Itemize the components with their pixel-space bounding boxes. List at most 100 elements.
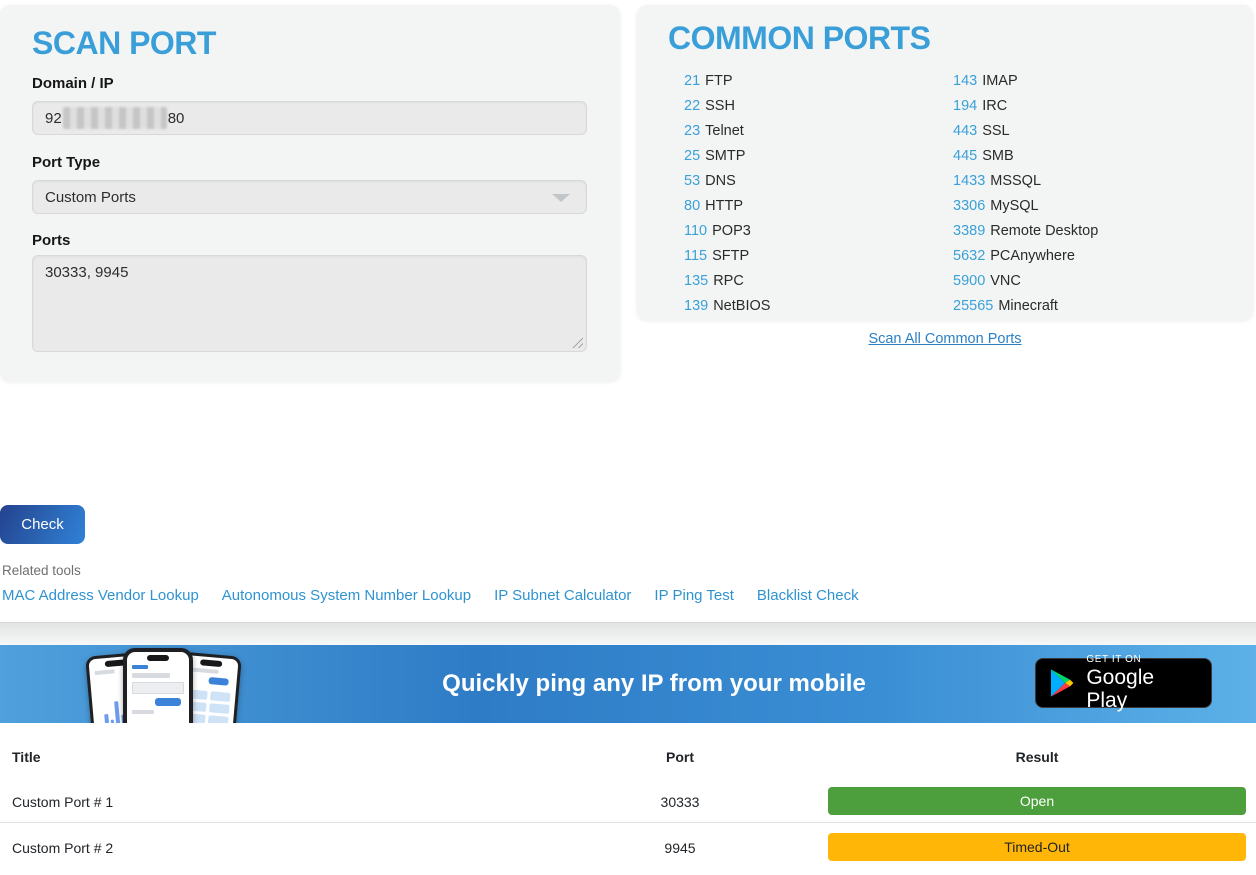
common-port-item: 53 DNS: [684, 168, 770, 193]
common-port-item: 5900 VNC: [953, 268, 1098, 293]
port-number: 23: [684, 123, 700, 139]
domain-ip-input[interactable]: 92 80: [32, 101, 587, 135]
chevron-down-icon: [552, 194, 570, 202]
port-type-label: Port Type: [32, 154, 100, 171]
port-number: 53: [684, 173, 700, 189]
result-row-port: 30333: [580, 794, 780, 810]
related-tool-link[interactable]: IP Subnet Calculator: [494, 587, 631, 604]
related-tools-label: Related tools: [2, 563, 81, 578]
port-service-name: Telnet: [705, 123, 744, 139]
ports-value: 30333, 9945: [45, 264, 128, 281]
common-port-item: 5632 PCAnywhere: [953, 243, 1098, 268]
port-service-name: SSL: [982, 123, 1009, 139]
results-header-port: Port: [580, 749, 780, 765]
port-number: 139: [684, 298, 708, 314]
port-service-name: Remote Desktop: [990, 223, 1098, 239]
domain-ip-value-suffix: 80: [168, 110, 185, 127]
port-service-name: IRC: [982, 98, 1007, 114]
port-number: 5900: [953, 273, 985, 289]
common-port-item: 21 FTP: [684, 68, 770, 93]
common-ports-panel: COMMON PORTS 21 FTP 22SSH 23 Telnet 25 SMTP 53 D…: [637, 5, 1253, 320]
port-service-name: MSSQL: [990, 173, 1041, 189]
common-port-item: 139 NetBIOS: [684, 293, 770, 318]
common-ports-title: COMMON PORTS: [668, 20, 930, 57]
port-number: 25: [684, 148, 700, 164]
related-tool-link[interactable]: Blacklist Check: [757, 587, 859, 604]
port-service-name: HTTP: [705, 198, 743, 214]
phone-notch: [147, 655, 169, 661]
common-port-item: 445 SMB: [953, 143, 1098, 168]
port-service-name: RPC: [713, 273, 744, 289]
common-port-item: 22SSH: [684, 93, 770, 118]
common-port-item: 194IRC: [953, 93, 1098, 118]
google-play-badge[interactable]: GET IT ON Google Play: [1035, 658, 1212, 708]
common-ports-column-2: 143IMAP194IRC443SSL445SMB1433MSSQL3306My…: [953, 68, 1098, 318]
result-row-title: Custom Port # 2: [12, 840, 113, 856]
scan-port-title: SCAN PORT: [32, 25, 216, 62]
port-number: 5632: [953, 248, 985, 264]
port-service-name: FTP: [705, 73, 732, 89]
port-number: 445: [953, 148, 977, 164]
phone-notch: [200, 659, 222, 667]
port-service-name: PCAnywhere: [990, 248, 1075, 264]
ports-label: Ports: [32, 232, 70, 249]
result-status-badge: Open: [828, 787, 1246, 815]
result-row-title: Custom Port # 1: [12, 794, 113, 810]
port-number: 135: [684, 273, 708, 289]
common-port-item: 1433 MSSQL: [953, 168, 1098, 193]
port-service-name: IMAP: [982, 73, 1017, 89]
results-header-title: Title: [12, 749, 41, 765]
common-port-item: 3306 MySQL: [953, 193, 1098, 218]
port-type-select[interactable]: Custom Ports: [32, 180, 587, 214]
common-port-item: 25565 Minecraft: [953, 293, 1098, 318]
domain-ip-label: Domain / IP: [32, 75, 114, 92]
related-tool-link[interactable]: IP Ping Test: [654, 587, 734, 604]
scan-all-common-ports-link[interactable]: Scan All Common Ports: [868, 331, 1021, 347]
results-header-result: Result: [828, 749, 1246, 765]
port-number: 25565: [953, 298, 993, 314]
port-type-selected-value: Custom Ports: [45, 189, 136, 206]
mobile-app-banner: Quickly ping any IP from your mobile GET…: [0, 645, 1256, 723]
port-number: 443: [953, 123, 977, 139]
port-number: 3306: [953, 198, 985, 214]
common-ports-column-1: 21 FTP 22SSH 23 Telnet 25 SMTP 53 DNS 80 HTTP 110 PO…: [684, 68, 770, 318]
play-badge-line1: GET IT ON: [1086, 654, 1198, 666]
port-number: 22: [684, 98, 700, 114]
google-play-icon: [1049, 668, 1075, 698]
ports-textarea[interactable]: 30333, 9945: [32, 255, 587, 352]
port-service-name: SFTP: [712, 248, 749, 264]
port-service-name: DNS: [705, 173, 736, 189]
common-port-item: 3389Remote Desktop: [953, 218, 1098, 243]
common-port-item: 135 RPC: [684, 268, 770, 293]
check-button[interactable]: Check: [0, 505, 85, 544]
port-service-name: VNC: [990, 273, 1021, 289]
common-port-item: 443 SSL: [953, 118, 1098, 143]
port-service-name: Minecraft: [998, 298, 1058, 314]
common-port-item: 115SFTP: [684, 243, 770, 268]
related-tool-link[interactable]: MAC Address Vendor Lookup: [2, 587, 199, 604]
port-scanner-page: SCAN PORT Domain / IP 92 80 Port Type Cu…: [0, 0, 1256, 875]
domain-ip-value-prefix: 92: [45, 110, 62, 127]
port-service-name: MySQL: [990, 198, 1038, 214]
common-port-item: 110 POP3: [684, 218, 770, 243]
related-tool-link[interactable]: Autonomous System Number Lookup: [222, 587, 471, 604]
port-number: 80: [684, 198, 700, 214]
result-status-badge: Timed-Out: [828, 833, 1246, 861]
play-badge-line2: Google Play: [1086, 666, 1198, 712]
redacted-ip-blur: [63, 107, 167, 129]
common-port-item: 25 SMTP: [684, 143, 770, 168]
port-number: 1433: [953, 173, 985, 189]
port-number: 110: [684, 223, 707, 239]
scan-all-wrap: Scan All Common Ports: [637, 331, 1253, 347]
port-service-name: POP3: [712, 223, 751, 239]
scan-port-panel: SCAN PORT Domain / IP 92 80 Port Type Cu…: [0, 5, 620, 381]
port-service-name: SMB: [982, 148, 1013, 164]
resize-handle-icon[interactable]: [572, 337, 583, 348]
row-divider: [0, 822, 1256, 823]
section-divider-band: [0, 622, 1256, 645]
port-service-name: SMTP: [705, 148, 745, 164]
port-number: 21: [684, 73, 700, 89]
port-service-name: NetBIOS: [713, 298, 770, 314]
phone-mockup-center: [123, 648, 193, 723]
related-tools-links: MAC Address Vendor Lookup Autonomous Syst…: [2, 587, 859, 604]
